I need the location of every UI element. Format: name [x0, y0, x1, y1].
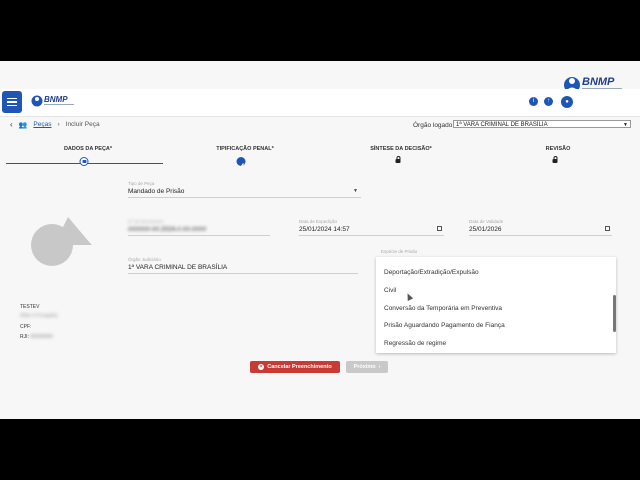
- dropdown-option[interactable]: Deportação/Extradição/Expulsão: [384, 269, 479, 276]
- numero-documento-label: Nº do Documento: [128, 219, 164, 224]
- people-icon: 👥: [18, 121, 28, 129]
- cancel-button-label: Cancelar Preenchimento: [267, 364, 332, 370]
- next-button[interactable]: Próximo ›: [346, 361, 388, 373]
- person-status: (Não é Foragido): [20, 313, 58, 319]
- step-tipificacao-label[interactable]: TIPIFICAÇÃO PENAL*: [216, 146, 273, 152]
- especie-prisao-label: Espécie de Prisão: [381, 249, 418, 254]
- step-current-icon[interactable]: [79, 157, 89, 166]
- breadcrumb-pecas[interactable]: Peças: [33, 121, 51, 128]
- underline: [299, 235, 444, 236]
- chevron-right-icon: ›: [57, 121, 60, 128]
- person-name: TESTEV: [20, 304, 40, 310]
- dropdown-option[interactable]: Civil: [384, 287, 396, 294]
- orgao-judiciario-value: 1ª VARA CRIMINAL DE BRASÍLIA: [128, 264, 228, 271]
- data-expedicao-label: Data de Expedição: [299, 219, 338, 224]
- chevron-down-icon: ▼: [353, 188, 358, 194]
- tipo-peca-label: Tipo de Peça: [128, 181, 155, 186]
- step-sintese-label: SÍNTESE DA DECISÃO*: [370, 146, 432, 152]
- numero-documento-field: Nº do Documento ######-##.2024.#.##.####: [128, 219, 270, 236]
- data-expedicao-value: 25/01/2024 14:57: [299, 226, 350, 233]
- orgao-logado-select[interactable]: 1ª VARA CRIMINAL DE BRASÍLIA ▼: [453, 120, 631, 128]
- orgao-logado-value: 1ª VARA CRIMINAL DE BRASÍLIA: [456, 122, 548, 128]
- dropdown-option[interactable]: Prisão Aguardando Pagamento de Fiança: [384, 322, 505, 329]
- data-validade-field[interactable]: Data de Validade 25/01/2026: [469, 219, 612, 236]
- close-icon: ×: [258, 364, 265, 370]
- back-icon[interactable]: ‹: [10, 120, 13, 129]
- orgao-logado-label: Órgão logado:: [413, 122, 455, 129]
- bnmp-logo-large-text: BNMP: [582, 76, 615, 88]
- stepper: DADOS DA PEÇA* TIPIFICAÇÃO PENAL* SÍNTES…: [0, 146, 640, 176]
- bnmp-logo-text: BNMP: [44, 95, 68, 104]
- cpf-label: CPF:: [20, 324, 32, 330]
- especie-prisao-dropdown: Deportação/Extradição/Expulsão Civil Con…: [376, 257, 616, 353]
- numero-documento-value: ######-##.2024.#.##.####: [128, 226, 207, 233]
- breadcrumb: ‹ 👥 Peças › Incluir Peça: [10, 120, 100, 129]
- underline: [128, 273, 358, 274]
- bnmp-logo[interactable]: BNMP: [30, 92, 78, 110]
- rji-label: RJI:: [20, 334, 29, 340]
- lock-icon: [395, 156, 401, 163]
- calendar-icon[interactable]: [605, 226, 610, 231]
- dropdown-option[interactable]: Conversão da Temporária em Preventiva: [384, 305, 502, 312]
- chevron-down-icon: ▼: [623, 122, 628, 128]
- calendar-icon[interactable]: [437, 226, 442, 231]
- tipo-peca-value: Mandado de Prisão: [128, 188, 185, 195]
- next-button-label: Próximo: [353, 364, 376, 370]
- menu-icon[interactable]: [2, 91, 22, 113]
- rji-value: ########: [30, 334, 53, 340]
- breadcrumb-current: Incluir Peça: [65, 121, 100, 128]
- dropdown-scrollbar[interactable]: [613, 295, 616, 332]
- cancel-button[interactable]: × Cancelar Preenchimento: [250, 361, 340, 373]
- dropdown-option[interactable]: Regressão de regime: [384, 340, 446, 347]
- data-validade-label: Data de Validade: [469, 219, 504, 224]
- data-expedicao-field[interactable]: Data de Expedição 25/01/2024 14:57: [299, 219, 444, 236]
- rji-row: RJI: ########: [20, 334, 53, 340]
- step-revisao-label: REVISÃO: [545, 146, 571, 152]
- chevron-right-icon: ›: [378, 364, 381, 370]
- orgao-judiciario-field[interactable]: Órgão Judiciário 1ª VARA CRIMINAL DE BRA…: [128, 257, 358, 274]
- underline: [128, 235, 270, 236]
- underline: [128, 197, 361, 198]
- user-icon[interactable]: ●: [561, 96, 573, 108]
- step-dados-label[interactable]: DADOS DA PEÇA*: [64, 146, 112, 152]
- info-icon[interactable]: i: [529, 97, 538, 106]
- tipo-peca-field[interactable]: Tipo de Peça Mandado de Prisão ▼: [128, 181, 361, 198]
- data-validade-value: 25/01/2026: [469, 226, 502, 233]
- check-icon[interactable]: [236, 157, 246, 169]
- person-avatar-placeholder: [31, 217, 92, 266]
- underline: [469, 235, 612, 236]
- upload-icon[interactable]: ↑: [544, 97, 553, 106]
- lock-icon: [552, 156, 558, 163]
- orgao-judiciario-label: Órgão Judiciário: [128, 257, 161, 262]
